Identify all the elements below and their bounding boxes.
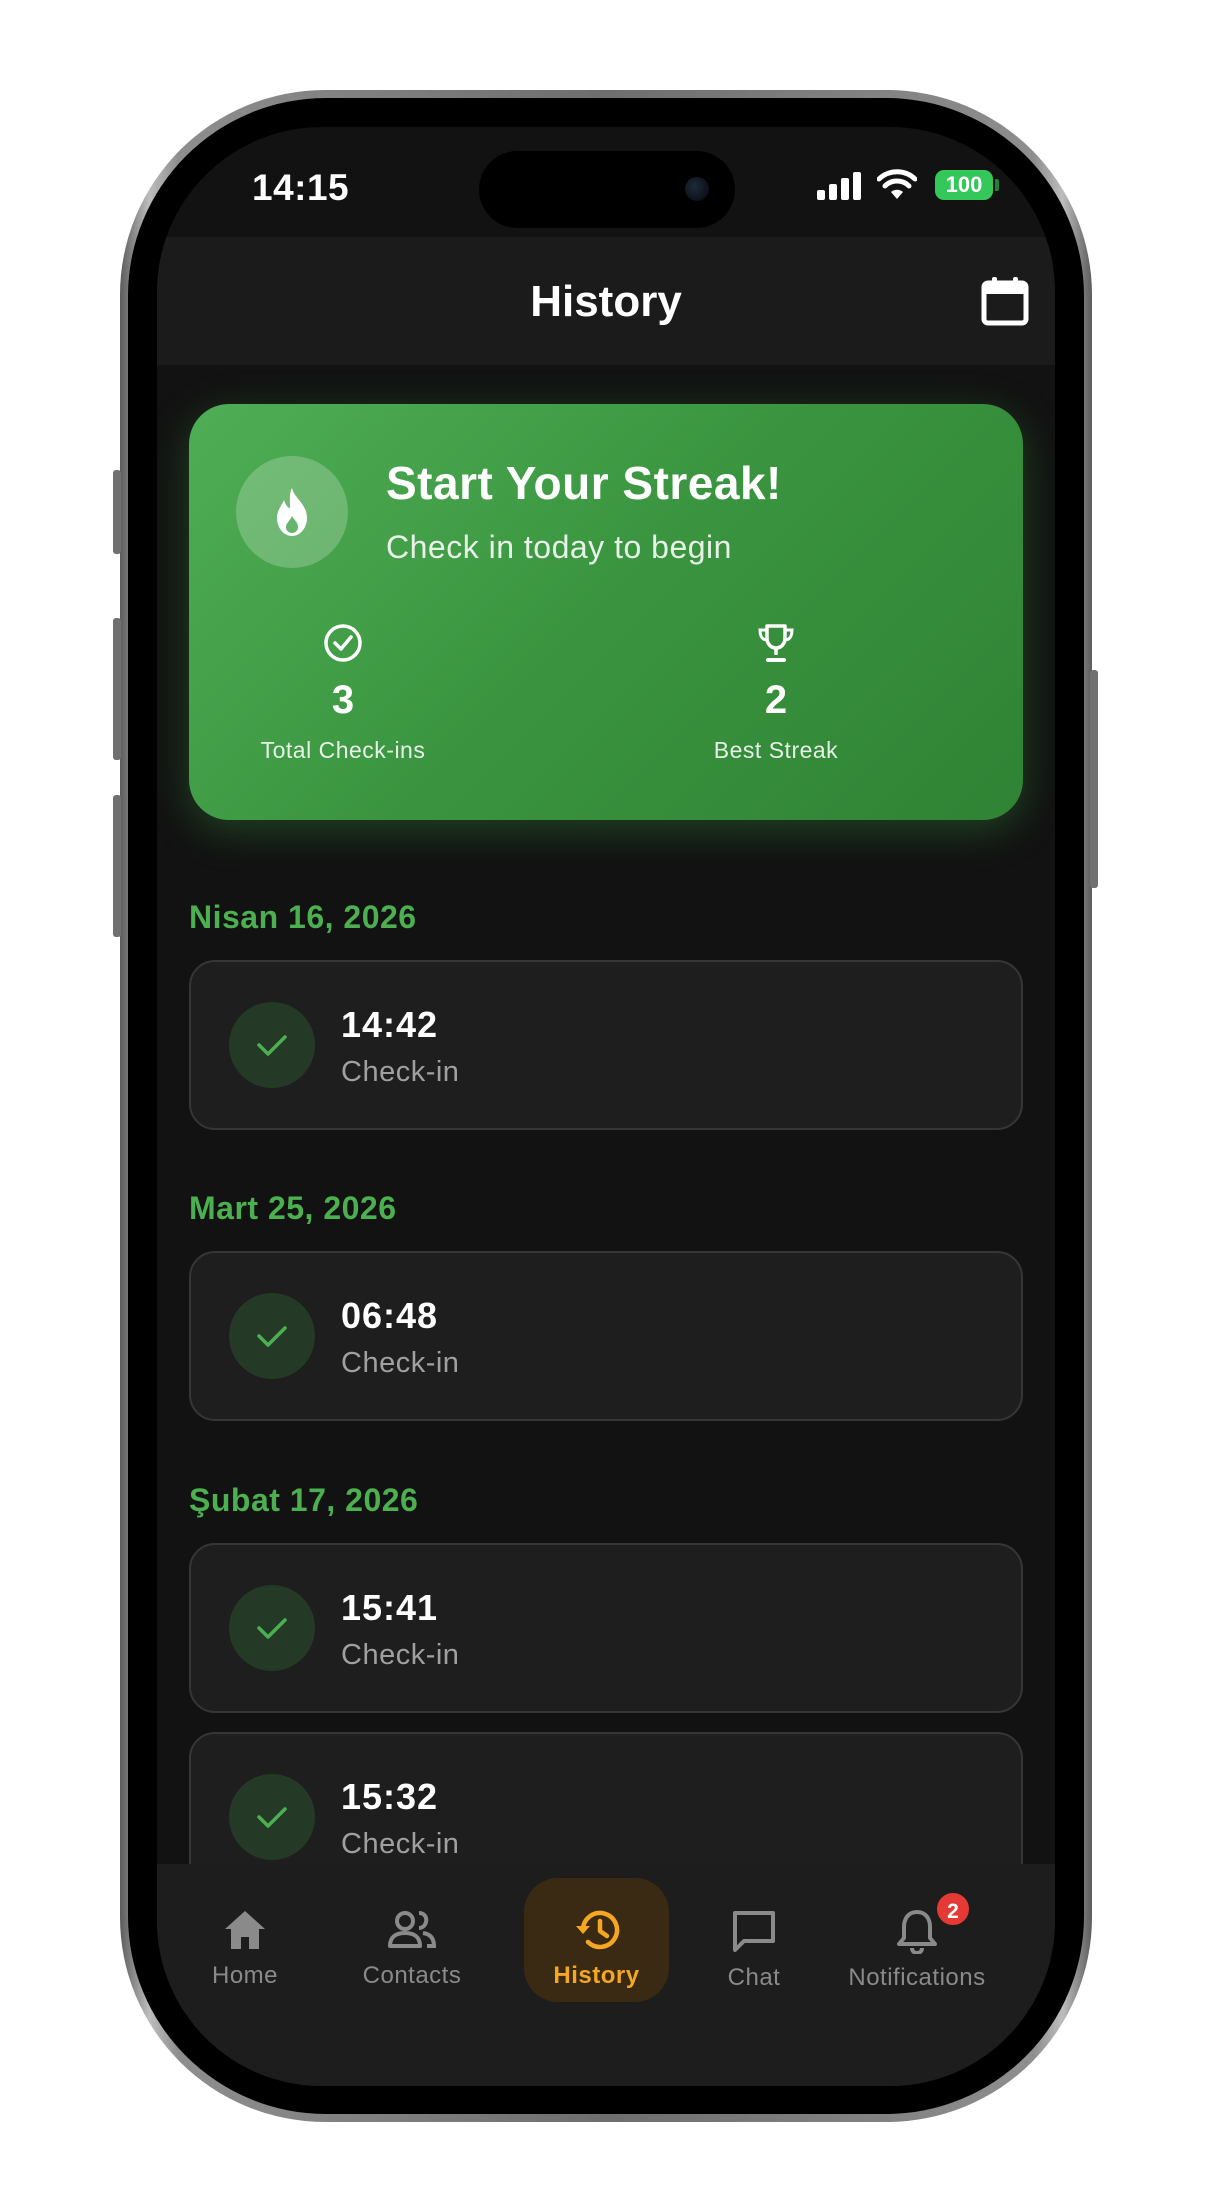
checkin-entry[interactable]: 14:42 Check-in <box>189 960 1023 1130</box>
contacts-icon <box>388 1911 437 1948</box>
nav-label: Chat <box>727 1964 781 1991</box>
checkin-entry[interactable]: 06:48 Check-in <box>189 1251 1023 1421</box>
date-header: Mart 25, 2026 <box>189 1190 397 1226</box>
check-badge <box>229 1774 315 1860</box>
checkmark-icon <box>257 1326 287 1347</box>
streak-icon-badge <box>236 456 348 568</box>
checkmark-icon <box>257 1035 287 1056</box>
check-badge <box>229 1585 315 1671</box>
battery-indicator: 100 <box>935 170 993 200</box>
entry-time: 15:41 <box>341 1587 439 1628</box>
front-camera <box>685 177 709 201</box>
entry-time: 06:48 <box>341 1295 439 1336</box>
calendar-icon <box>981 277 1029 326</box>
nav-label: Home <box>211 1962 279 1989</box>
streak-title: Start Your Streak! <box>386 457 782 509</box>
stat-label: Total Check-ins <box>260 737 426 763</box>
streak-subtitle: Check in today to begin <box>386 529 732 565</box>
nav-chat[interactable]: Chat <box>709 1878 799 2002</box>
fire-icon <box>277 488 307 536</box>
page-title: History <box>530 277 682 326</box>
app-screen: 14:15 100 History Start Your Streak! Che… <box>157 127 1055 2086</box>
check-circle-icon <box>324 624 362 662</box>
entry-time: 15:32 <box>341 1776 439 1817</box>
date-header: Şubat 17, 2026 <box>189 1482 419 1518</box>
stat-best-streak: 2 Best Streak <box>626 622 926 764</box>
nav-home[interactable]: Home <box>185 1878 305 2002</box>
home-icon <box>225 1911 265 1949</box>
stat-value: 3 <box>331 678 355 722</box>
stat-value: 2 <box>764 678 788 722</box>
history-icon <box>575 1910 619 1950</box>
entry-label: Check-in <box>341 1056 460 1088</box>
entry-label: Check-in <box>341 1639 460 1671</box>
dynamic-island <box>479 151 735 228</box>
volume-up-button <box>113 618 121 760</box>
nav-notifications[interactable]: Notifications 2 <box>837 1878 997 2002</box>
notification-badge: 2 <box>934 1890 972 1928</box>
bottom-nav: Home Contacts History Chat Notifications… <box>157 1864 1055 2086</box>
trophy-icon <box>758 624 794 662</box>
entry-label: Check-in <box>341 1828 460 1860</box>
signal-icon <box>817 172 861 200</box>
nav-contacts[interactable]: Contacts <box>347 1878 477 2002</box>
nav-history[interactable]: History <box>524 1878 669 2002</box>
check-badge <box>229 1293 315 1379</box>
entry-time: 14:42 <box>341 1004 439 1045</box>
power-button <box>1090 670 1098 888</box>
battery-tip <box>995 179 999 191</box>
streak-card: Start Your Streak! Check in today to beg… <box>189 404 1023 820</box>
stat-label: Best Streak <box>713 737 839 763</box>
status-time: 14:15 <box>252 167 350 208</box>
app-header: History <box>157 237 1055 365</box>
action-button <box>113 470 121 554</box>
entry-label: Check-in <box>341 1347 460 1379</box>
date-header: Nisan 16, 2026 <box>189 899 417 935</box>
nav-label: History <box>553 1962 640 1989</box>
checkmark-icon <box>257 1807 287 1828</box>
bell-icon <box>897 1910 937 1954</box>
checkmark-icon <box>257 1618 287 1639</box>
check-badge <box>229 1002 315 1088</box>
nav-label: Contacts <box>362 1962 462 1989</box>
volume-down-button <box>113 795 121 937</box>
nav-label: Notifications <box>848 1964 986 1991</box>
wifi-icon <box>877 169 917 199</box>
stat-total-checkins: 3 Total Check-ins <box>193 622 493 764</box>
calendar-button[interactable] <box>980 275 1030 327</box>
checkin-entry[interactable]: 15:41 Check-in <box>189 1543 1023 1713</box>
chat-icon <box>733 1911 775 1952</box>
